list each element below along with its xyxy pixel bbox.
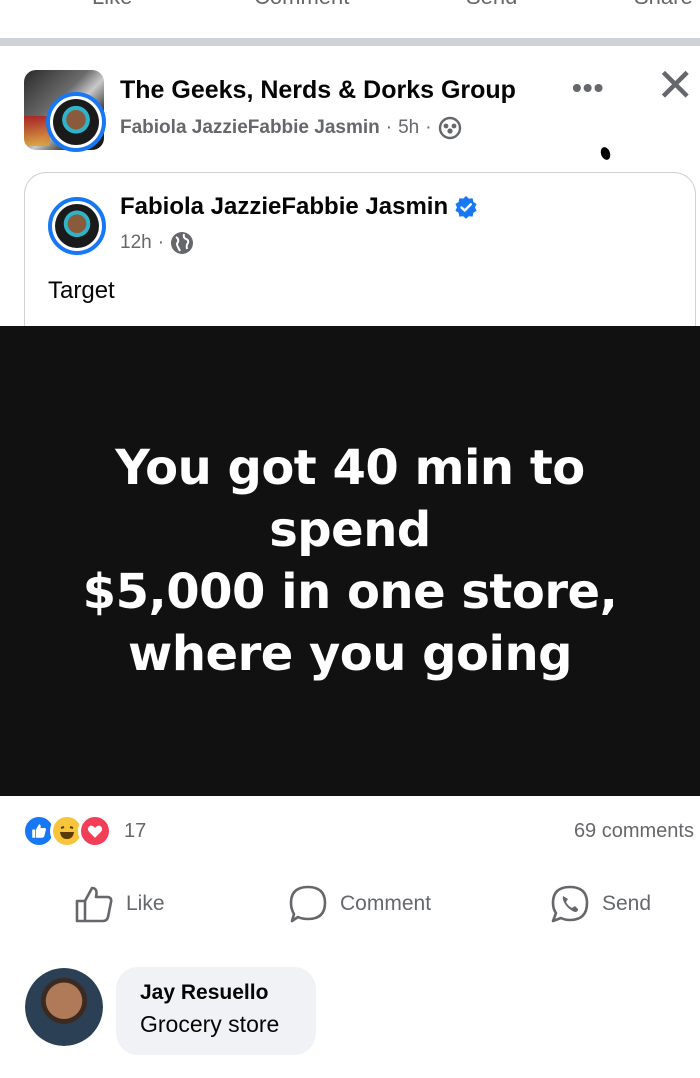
previous-send-button[interactable]: Send bbox=[408, 0, 517, 16]
comment-icon bbox=[196, 0, 240, 16]
image-caption-line: where you going bbox=[128, 626, 572, 682]
reaction-count: 17 bbox=[124, 819, 147, 842]
image-caption: You got 40 min to spend $5,000 in one st… bbox=[30, 437, 670, 685]
more-options-icon[interactable]: ••• bbox=[572, 72, 604, 104]
close-icon[interactable]: ✕ bbox=[656, 62, 695, 108]
like-button[interactable]: Like bbox=[74, 884, 165, 924]
comment-author[interactable]: Jay Resuello bbox=[140, 981, 292, 1005]
shared-post-meta: 12h · bbox=[120, 231, 194, 255]
globe-icon bbox=[171, 232, 194, 254]
comment-count[interactable]: 69 comments bbox=[574, 820, 694, 843]
love-reaction-icon bbox=[78, 814, 112, 848]
poster-avatar[interactable] bbox=[46, 92, 106, 152]
shared-post-time[interactable]: 12h bbox=[120, 232, 152, 254]
previous-share-label: Share bbox=[634, 0, 693, 10]
post-separator bbox=[0, 38, 700, 46]
group-post-meta: Fabiola JazzieFabbie Jasmin · 5h · bbox=[120, 116, 462, 140]
comment-actions-cutoff bbox=[0, 1066, 700, 1078]
previous-send-label: Send bbox=[466, 0, 517, 10]
previous-share-button[interactable]: Share bbox=[576, 0, 693, 16]
previous-like-button[interactable]: Like bbox=[34, 0, 132, 16]
image-caption-line: $5,000 in one store, bbox=[82, 564, 618, 620]
comment-text: Grocery store bbox=[140, 1011, 280, 1037]
comment-bubble[interactable]: Jay Resuello Grocery store bbox=[116, 967, 316, 1055]
previous-comment-button[interactable]: Comment bbox=[196, 0, 349, 16]
whatsapp-icon bbox=[551, 885, 589, 923]
previous-like-label: Like bbox=[92, 0, 132, 10]
commenter-avatar[interactable] bbox=[25, 968, 103, 1046]
stray-mark bbox=[599, 145, 612, 162]
previous-post-actions: Like Comment Send Share bbox=[0, 0, 700, 38]
group-privacy-icon bbox=[438, 116, 461, 140]
meta-separator: · bbox=[157, 232, 165, 253]
comment-icon bbox=[289, 885, 327, 923]
post-image[interactable]: You got 40 min to spend $5,000 in one st… bbox=[0, 326, 700, 796]
post-text: Target bbox=[48, 277, 115, 304]
meta-separator: · bbox=[425, 117, 432, 138]
post-time[interactable]: 5h bbox=[398, 117, 419, 139]
comment-button[interactable]: Comment bbox=[288, 884, 431, 924]
image-caption-line: You got 40 min to spend bbox=[115, 440, 585, 558]
author-name[interactable]: Fabiola JazzieFabbie Jasmin bbox=[120, 193, 448, 221]
share-icon bbox=[576, 0, 620, 16]
verified-badge-icon bbox=[455, 196, 477, 219]
reactions-summary[interactable]: 17 bbox=[22, 814, 146, 848]
like-icon bbox=[34, 0, 78, 16]
send-button[interactable]: Send bbox=[550, 884, 651, 924]
author-name-row: Fabiola JazzieFabbie Jasmin bbox=[120, 193, 478, 221]
comment-label: Comment bbox=[340, 892, 432, 915]
whatsapp-icon bbox=[408, 0, 452, 16]
author-avatar[interactable] bbox=[48, 197, 106, 255]
group-name[interactable]: The Geeks, Nerds & Dorks Group bbox=[120, 76, 516, 105]
like-icon bbox=[75, 886, 113, 923]
post-actions: Like Comment Send bbox=[0, 884, 700, 932]
previous-comment-label: Comment bbox=[254, 0, 349, 10]
poster-name[interactable]: Fabiola JazzieFabbie Jasmin bbox=[120, 117, 380, 139]
meta-separator: · bbox=[385, 117, 393, 138]
like-label: Like bbox=[126, 892, 165, 915]
send-label: Send bbox=[602, 892, 652, 915]
